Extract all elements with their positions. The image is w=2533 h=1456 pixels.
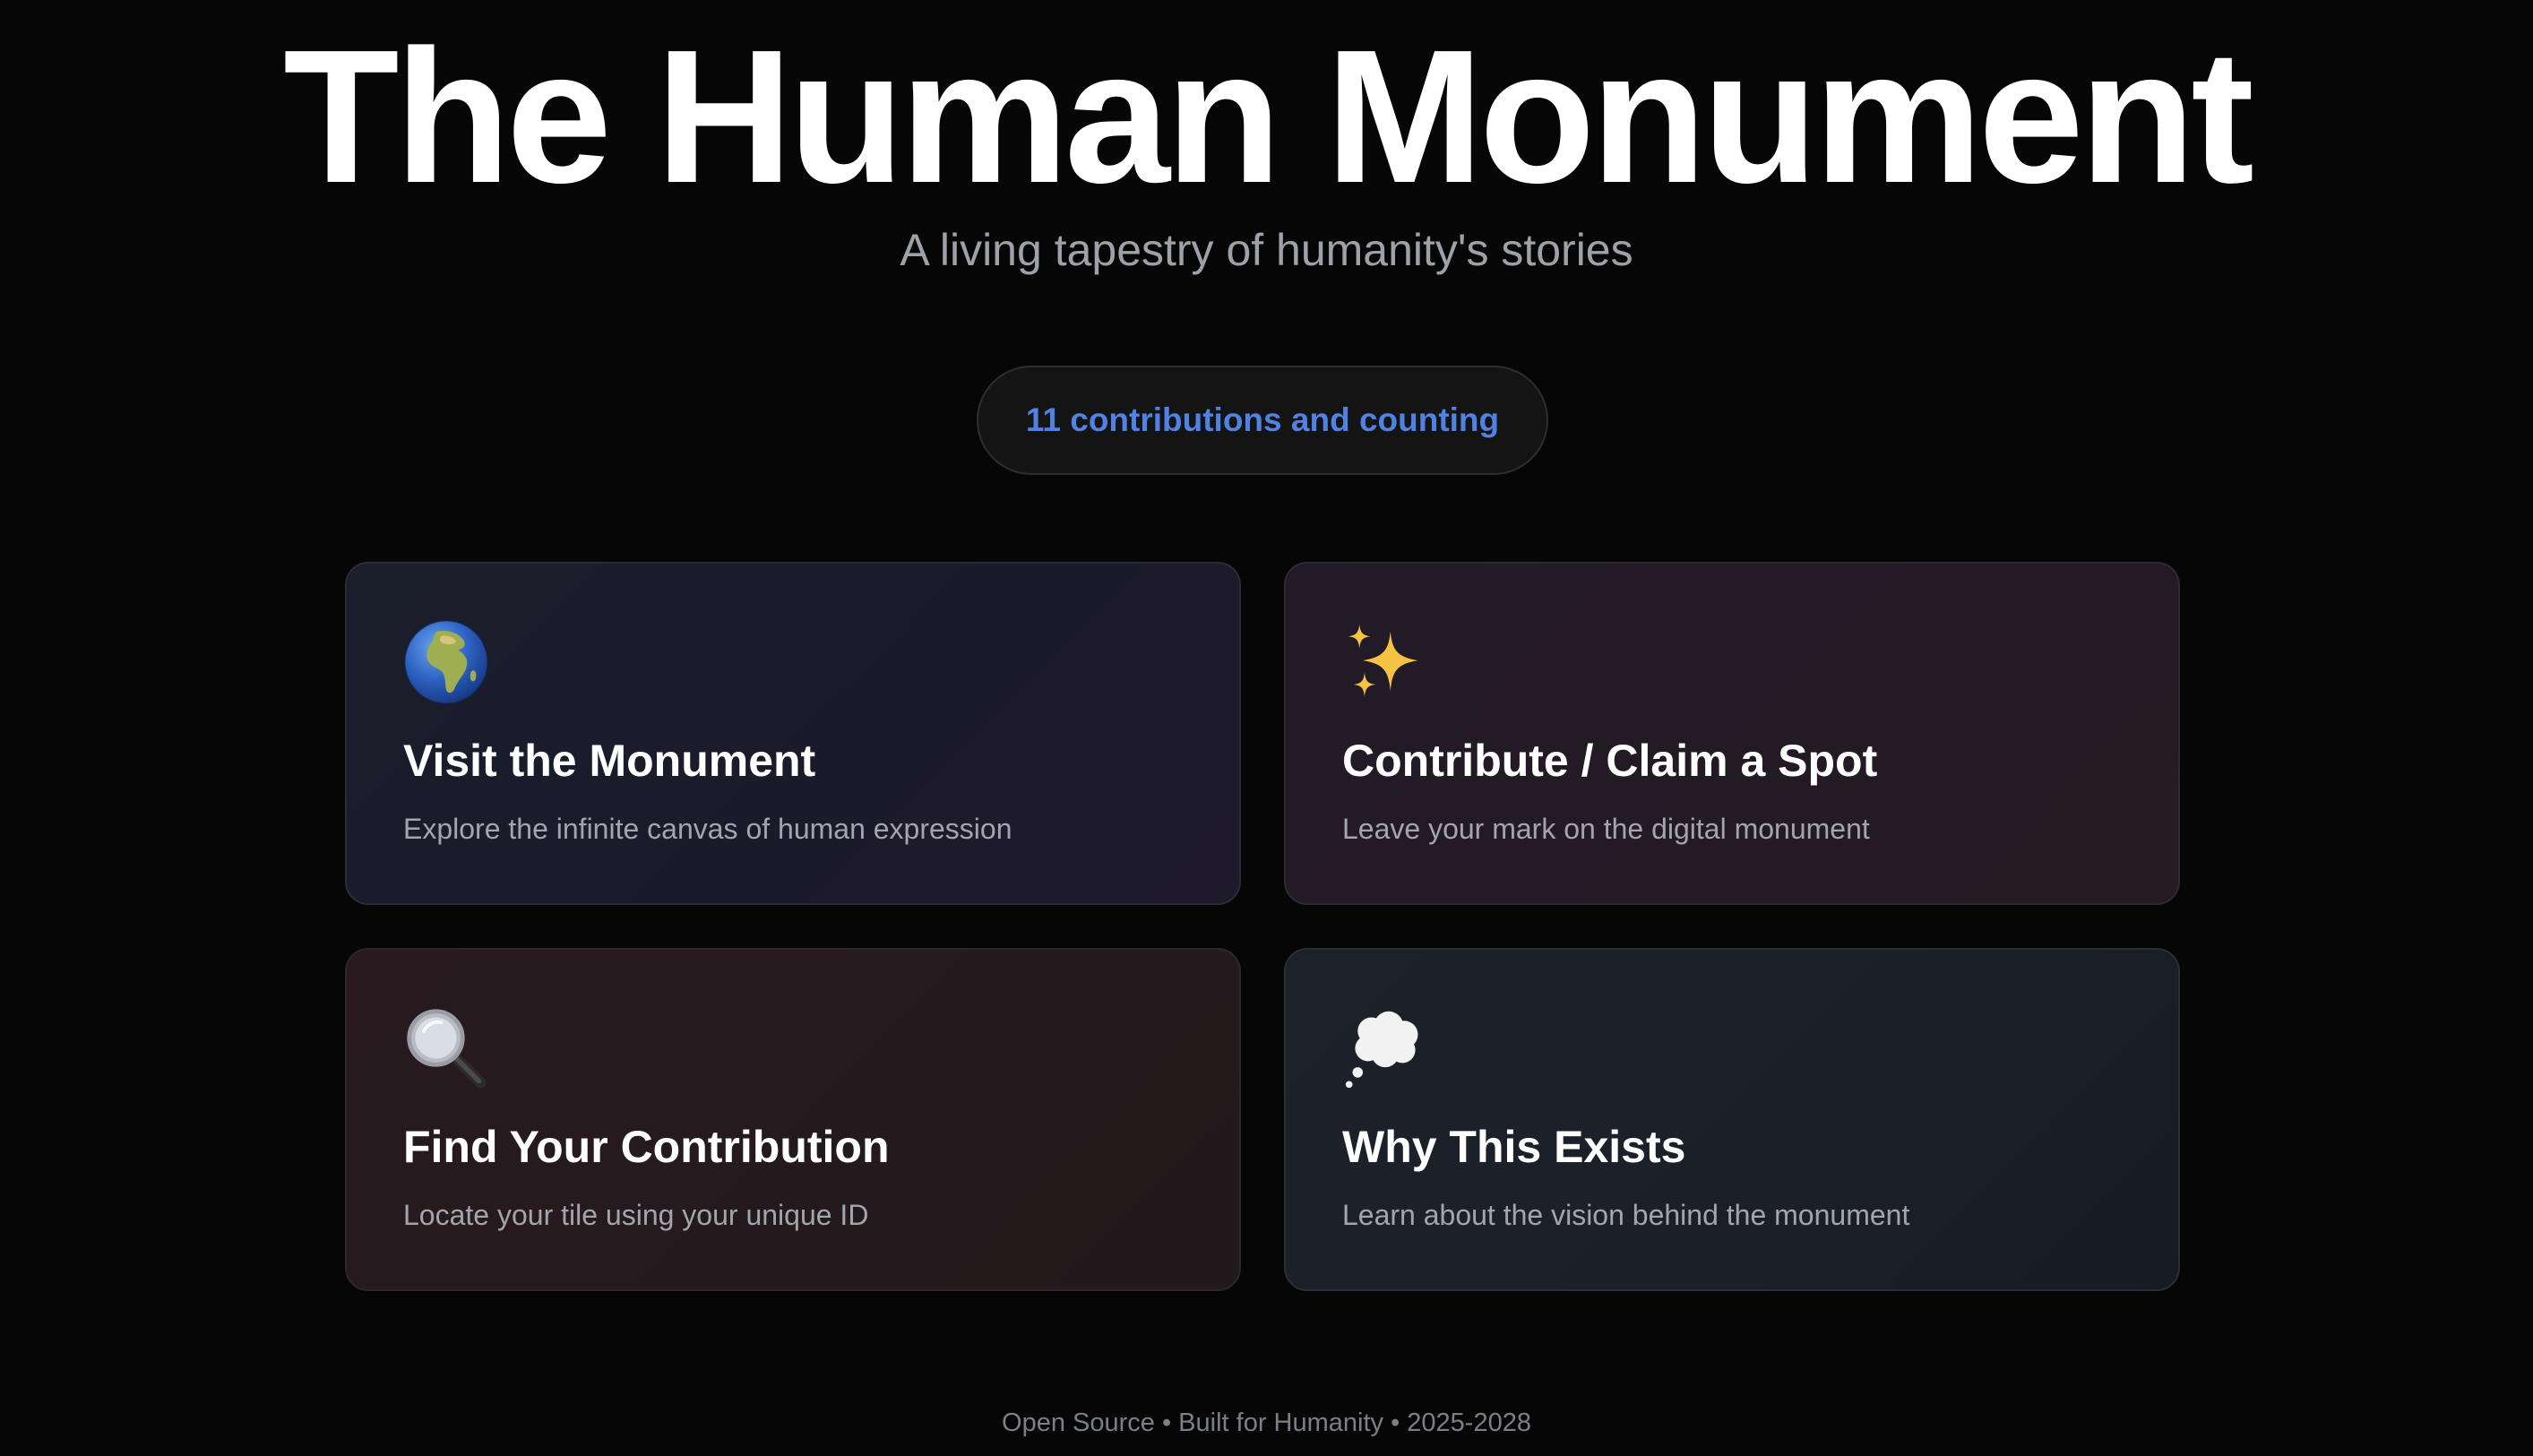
visit-monument-title: Visit the Monument — [403, 736, 816, 786]
visit-monument-card[interactable]: Visit the Monument Explore the infinite … — [345, 562, 1241, 905]
contribute-description: Leave your mark on the digital monument — [1342, 813, 1870, 845]
magnifying-glass-icon — [407, 1009, 487, 1089]
contribute-title: Contribute / Claim a Spot — [1342, 736, 1878, 786]
sparkles-icon — [1348, 624, 1418, 697]
why-this-exists-description: Learn about the vision behind the monume… — [1342, 1199, 1910, 1231]
contributions-counter-badge: 11 contributions and counting — [977, 366, 1548, 475]
why-this-exists-title: Why This Exists — [1342, 1122, 1686, 1172]
why-this-exists-card[interactable]: Why This Exists Learn about the vision b… — [1284, 948, 2180, 1291]
globe-africa-icon — [404, 620, 488, 704]
page-title: The Human Monument — [283, 10, 2254, 222]
page-subtitle: A living tapestry of humanity's stories — [900, 225, 1633, 275]
find-contribution-card[interactable]: Find Your Contribution Locate your tile … — [345, 948, 1241, 1291]
contributions-counter-text: 11 contributions and counting — [1025, 401, 1500, 438]
contribute-card[interactable]: Contribute / Claim a Spot Leave your mar… — [1284, 562, 2180, 905]
visit-monument-description: Explore the infinite canvas of human exp… — [403, 813, 1012, 845]
page-footer: Open Source • Built for Humanity • 2025-… — [1002, 1409, 1531, 1437]
find-contribution-title: Find Your Contribution — [403, 1122, 890, 1172]
find-contribution-description: Locate your tile using your unique ID — [403, 1199, 869, 1231]
thought-balloon-icon — [1345, 1011, 1418, 1089]
landing-page: The Human Monument A living tapestry of … — [0, 0, 2533, 1456]
